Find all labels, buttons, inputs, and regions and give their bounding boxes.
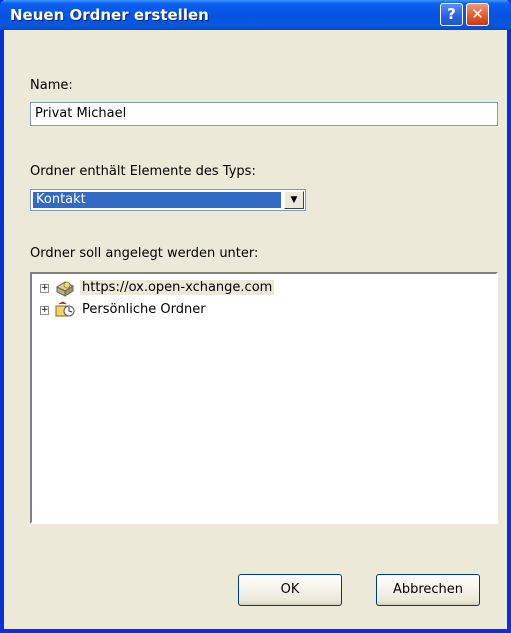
help-button[interactable]: ? [440, 3, 463, 26]
type-dropdown[interactable]: Kontakt ▼ [30, 189, 306, 211]
expand-icon[interactable]: + [40, 284, 49, 293]
tree-item-label: Persönliche Ordner [82, 302, 206, 317]
tree-item-personal-folders[interactable]: + Persönliche Ordner [40, 301, 490, 321]
window-title: Neuen Ordner erstellen [10, 6, 209, 24]
location-label: Ordner soll angelegt werden unter: [30, 246, 259, 261]
type-label: Ordner enthält Elemente des Typs: [30, 164, 256, 179]
type-dropdown-value: Kontakt [33, 192, 281, 208]
title-bar[interactable]: Neuen Ordner erstellen ? ✕ [0, 0, 511, 30]
chevron-down-icon[interactable]: ▼ [284, 191, 304, 209]
name-input[interactable]: Privat Michael [30, 102, 498, 126]
expand-icon[interactable]: + [40, 306, 49, 315]
tree-item-server[interactable]: + https://ox.open-xchange.com [40, 279, 490, 299]
server-icon [55, 281, 75, 297]
ok-button[interactable]: OK [238, 574, 342, 606]
close-button[interactable]: ✕ [466, 3, 489, 26]
personal-folders-icon [55, 301, 75, 317]
cancel-button[interactable]: Abbrechen [376, 574, 480, 606]
name-label: Name: [30, 78, 73, 93]
folder-tree[interactable]: + https://ox.open-xchange.com + Persönli… [30, 272, 498, 524]
new-folder-dialog: Neuen Ordner erstellen ? ✕ Name: Privat … [0, 0, 511, 633]
tree-item-label: https://ox.open-xchange.com [80, 280, 275, 295]
